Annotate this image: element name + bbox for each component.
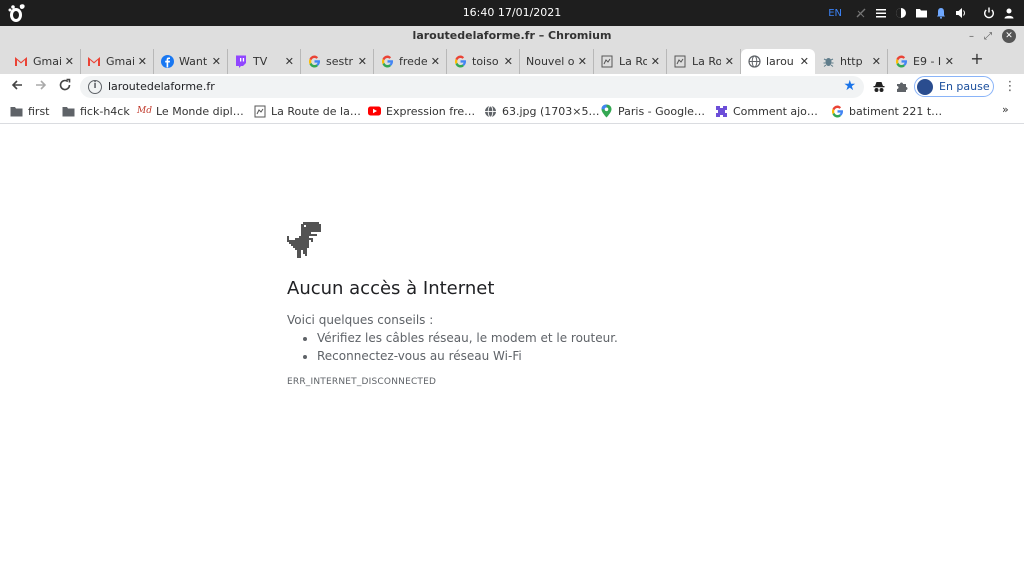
tab-la-route-2[interactable]: La Ro ✕ <box>667 49 741 74</box>
tab-close-icon[interactable]: ✕ <box>504 55 513 68</box>
minimize-button[interactable]: – <box>969 31 974 42</box>
network-off-icon[interactable] <box>854 6 868 20</box>
puzzle-icon <box>715 105 728 118</box>
close-window-button[interactable]: ✕ <box>1002 29 1016 43</box>
error-hint: Voici quelques conseils : <box>287 313 434 327</box>
tab-google-sestr[interactable]: sestr ✕ <box>301 49 374 74</box>
facebook-icon <box>160 55 174 69</box>
menu-lines-icon[interactable] <box>874 6 888 20</box>
system-top-bar: 16:40 17/01/2021 EN <box>0 0 1024 26</box>
page-icon <box>600 55 614 69</box>
google-icon <box>894 55 908 69</box>
error-title: Aucun accès à Internet <box>287 278 495 299</box>
browser-toolbar: i laroutedelaforme.fr ★ En pause ⋮ <box>0 74 1024 99</box>
google-icon <box>831 105 844 118</box>
tab-close-icon[interactable]: ✕ <box>725 55 734 68</box>
night-mode-icon[interactable] <box>894 6 908 20</box>
bookmark-first[interactable]: first <box>10 103 50 119</box>
user-icon[interactable] <box>1002 6 1016 20</box>
tab-strip: Gmai ✕ Gmai ✕ Want ✕ TV ✕ sestr ✕ frede … <box>0 46 1024 74</box>
new-tab-button[interactable]: + <box>968 50 986 68</box>
tab-http[interactable]: http ✕ <box>815 49 888 74</box>
gmail-icon <box>14 55 28 69</box>
avatar <box>917 78 933 95</box>
tab-close-icon[interactable]: ✕ <box>358 55 367 68</box>
tab-google-e9[interactable]: E9 - I ✕ <box>888 49 960 74</box>
tab-gmail-1[interactable]: Gmai ✕ <box>8 49 81 74</box>
google-icon <box>453 55 467 69</box>
gmail-icon <box>87 55 101 69</box>
window-controls: – ⤢ ✕ <box>969 26 1016 46</box>
bookmark-expression[interactable]: Expression fre… <box>368 103 475 119</box>
tab-gmail-2[interactable]: Gmai ✕ <box>81 49 154 74</box>
tab-close-icon[interactable]: ✕ <box>212 55 221 68</box>
folder-icon <box>10 105 23 118</box>
power-icon[interactable] <box>982 6 996 20</box>
extensions-puzzle-icon[interactable] <box>893 78 911 96</box>
back-button[interactable] <box>8 78 26 96</box>
bookmark-comment-ajo[interactable]: Comment ajo… <box>715 103 818 119</box>
bookmark-la-route[interactable]: La Route de la… <box>253 103 361 119</box>
bookmarks-overflow-button[interactable]: » <box>1002 103 1009 116</box>
dino-icon[interactable] <box>287 222 321 258</box>
keyboard-layout[interactable]: EN <box>828 8 842 19</box>
error-code: ERR_INTERNET_DISCONNECTED <box>287 377 437 387</box>
bookmark-fick-h4ck[interactable]: fick-h4ck <box>62 103 130 119</box>
reload-button[interactable] <box>56 78 74 96</box>
folder-icon <box>62 105 75 118</box>
google-icon <box>307 55 321 69</box>
globe-icon <box>747 55 761 69</box>
bookmark-63-jpg[interactable]: 63.jpg (1703×5… <box>484 103 600 119</box>
system-tray: EN <box>828 0 1016 26</box>
tab-facebook[interactable]: Want ✕ <box>154 49 228 74</box>
forward-button[interactable] <box>32 78 50 96</box>
tab-new-page[interactable]: Nouvel o ✕ <box>520 49 594 74</box>
bookmark-paris-maps[interactable]: Paris - Google… <box>600 103 705 119</box>
window-title: laroutedelaforme.fr – Chromium <box>412 29 612 42</box>
md-icon: Md <box>137 106 152 116</box>
folder-icon[interactable] <box>914 6 928 20</box>
tab-close-icon[interactable]: ✕ <box>872 55 881 68</box>
profile-button[interactable]: En pause <box>914 76 994 97</box>
tab-close-icon[interactable]: ✕ <box>945 55 954 68</box>
offline-error-panel: Aucun accès à Internet Voici quelques co… <box>287 222 747 387</box>
bug-icon <box>821 55 835 69</box>
list-item: Vérifiez les câbles réseau, le modem et … <box>317 331 747 345</box>
maps-icon <box>600 104 613 118</box>
bookmark-star-icon[interactable]: ★ <box>843 78 856 94</box>
page-content: Aucun accès à Internet Voici quelques co… <box>0 125 1024 576</box>
tab-twitch[interactable]: TV ✕ <box>228 49 301 74</box>
tab-close-icon[interactable]: ✕ <box>578 55 587 68</box>
tab-close-icon[interactable]: ✕ <box>651 55 660 68</box>
extension-spy-icon[interactable] <box>870 78 888 96</box>
tab-close-icon[interactable]: ✕ <box>800 55 809 68</box>
bookmarks-bar: first fick-h4ck Md Le Monde dipl… La Rou… <box>0 99 1024 124</box>
volume-icon[interactable] <box>954 6 968 20</box>
url-text[interactable]: laroutedelaforme.fr <box>108 76 215 98</box>
youtube-icon <box>368 105 381 118</box>
bookmark-le-monde[interactable]: Md Le Monde dipl… <box>137 103 244 119</box>
twitch-icon <box>234 55 248 69</box>
tab-google-toiso[interactable]: toiso ✕ <box>447 49 520 74</box>
tab-google-frede[interactable]: frede ✕ <box>374 49 447 74</box>
globe-icon <box>484 105 497 118</box>
page-icon <box>673 55 687 69</box>
tab-la-route-1[interactable]: La Ro ✕ <box>594 49 667 74</box>
notification-bell-icon[interactable] <box>934 6 948 20</box>
maximize-button[interactable]: ⤢ <box>984 31 992 42</box>
google-icon <box>380 55 394 69</box>
tab-close-icon[interactable]: ✕ <box>138 55 147 68</box>
error-tips-list: Vérifiez les câbles réseau, le modem et … <box>317 331 747 363</box>
tab-laroute-active[interactable]: larou ✕ <box>741 49 815 74</box>
list-item: Reconnectez-vous au réseau Wi-Fi <box>317 349 747 363</box>
tab-close-icon[interactable]: ✕ <box>285 55 294 68</box>
bookmark-batiment[interactable]: batiment 221 t… <box>831 103 942 119</box>
site-info-icon[interactable]: i <box>88 80 102 94</box>
tab-close-icon[interactable]: ✕ <box>431 55 440 68</box>
tab-close-icon[interactable]: ✕ <box>65 55 74 68</box>
address-bar[interactable]: i laroutedelaforme.fr ★ <box>80 76 864 98</box>
page-icon <box>253 105 266 118</box>
window-title-bar[interactable]: laroutedelaforme.fr – Chromium – ⤢ ✕ <box>0 26 1024 46</box>
browser-menu-icon[interactable]: ⋮ <box>1002 78 1018 96</box>
